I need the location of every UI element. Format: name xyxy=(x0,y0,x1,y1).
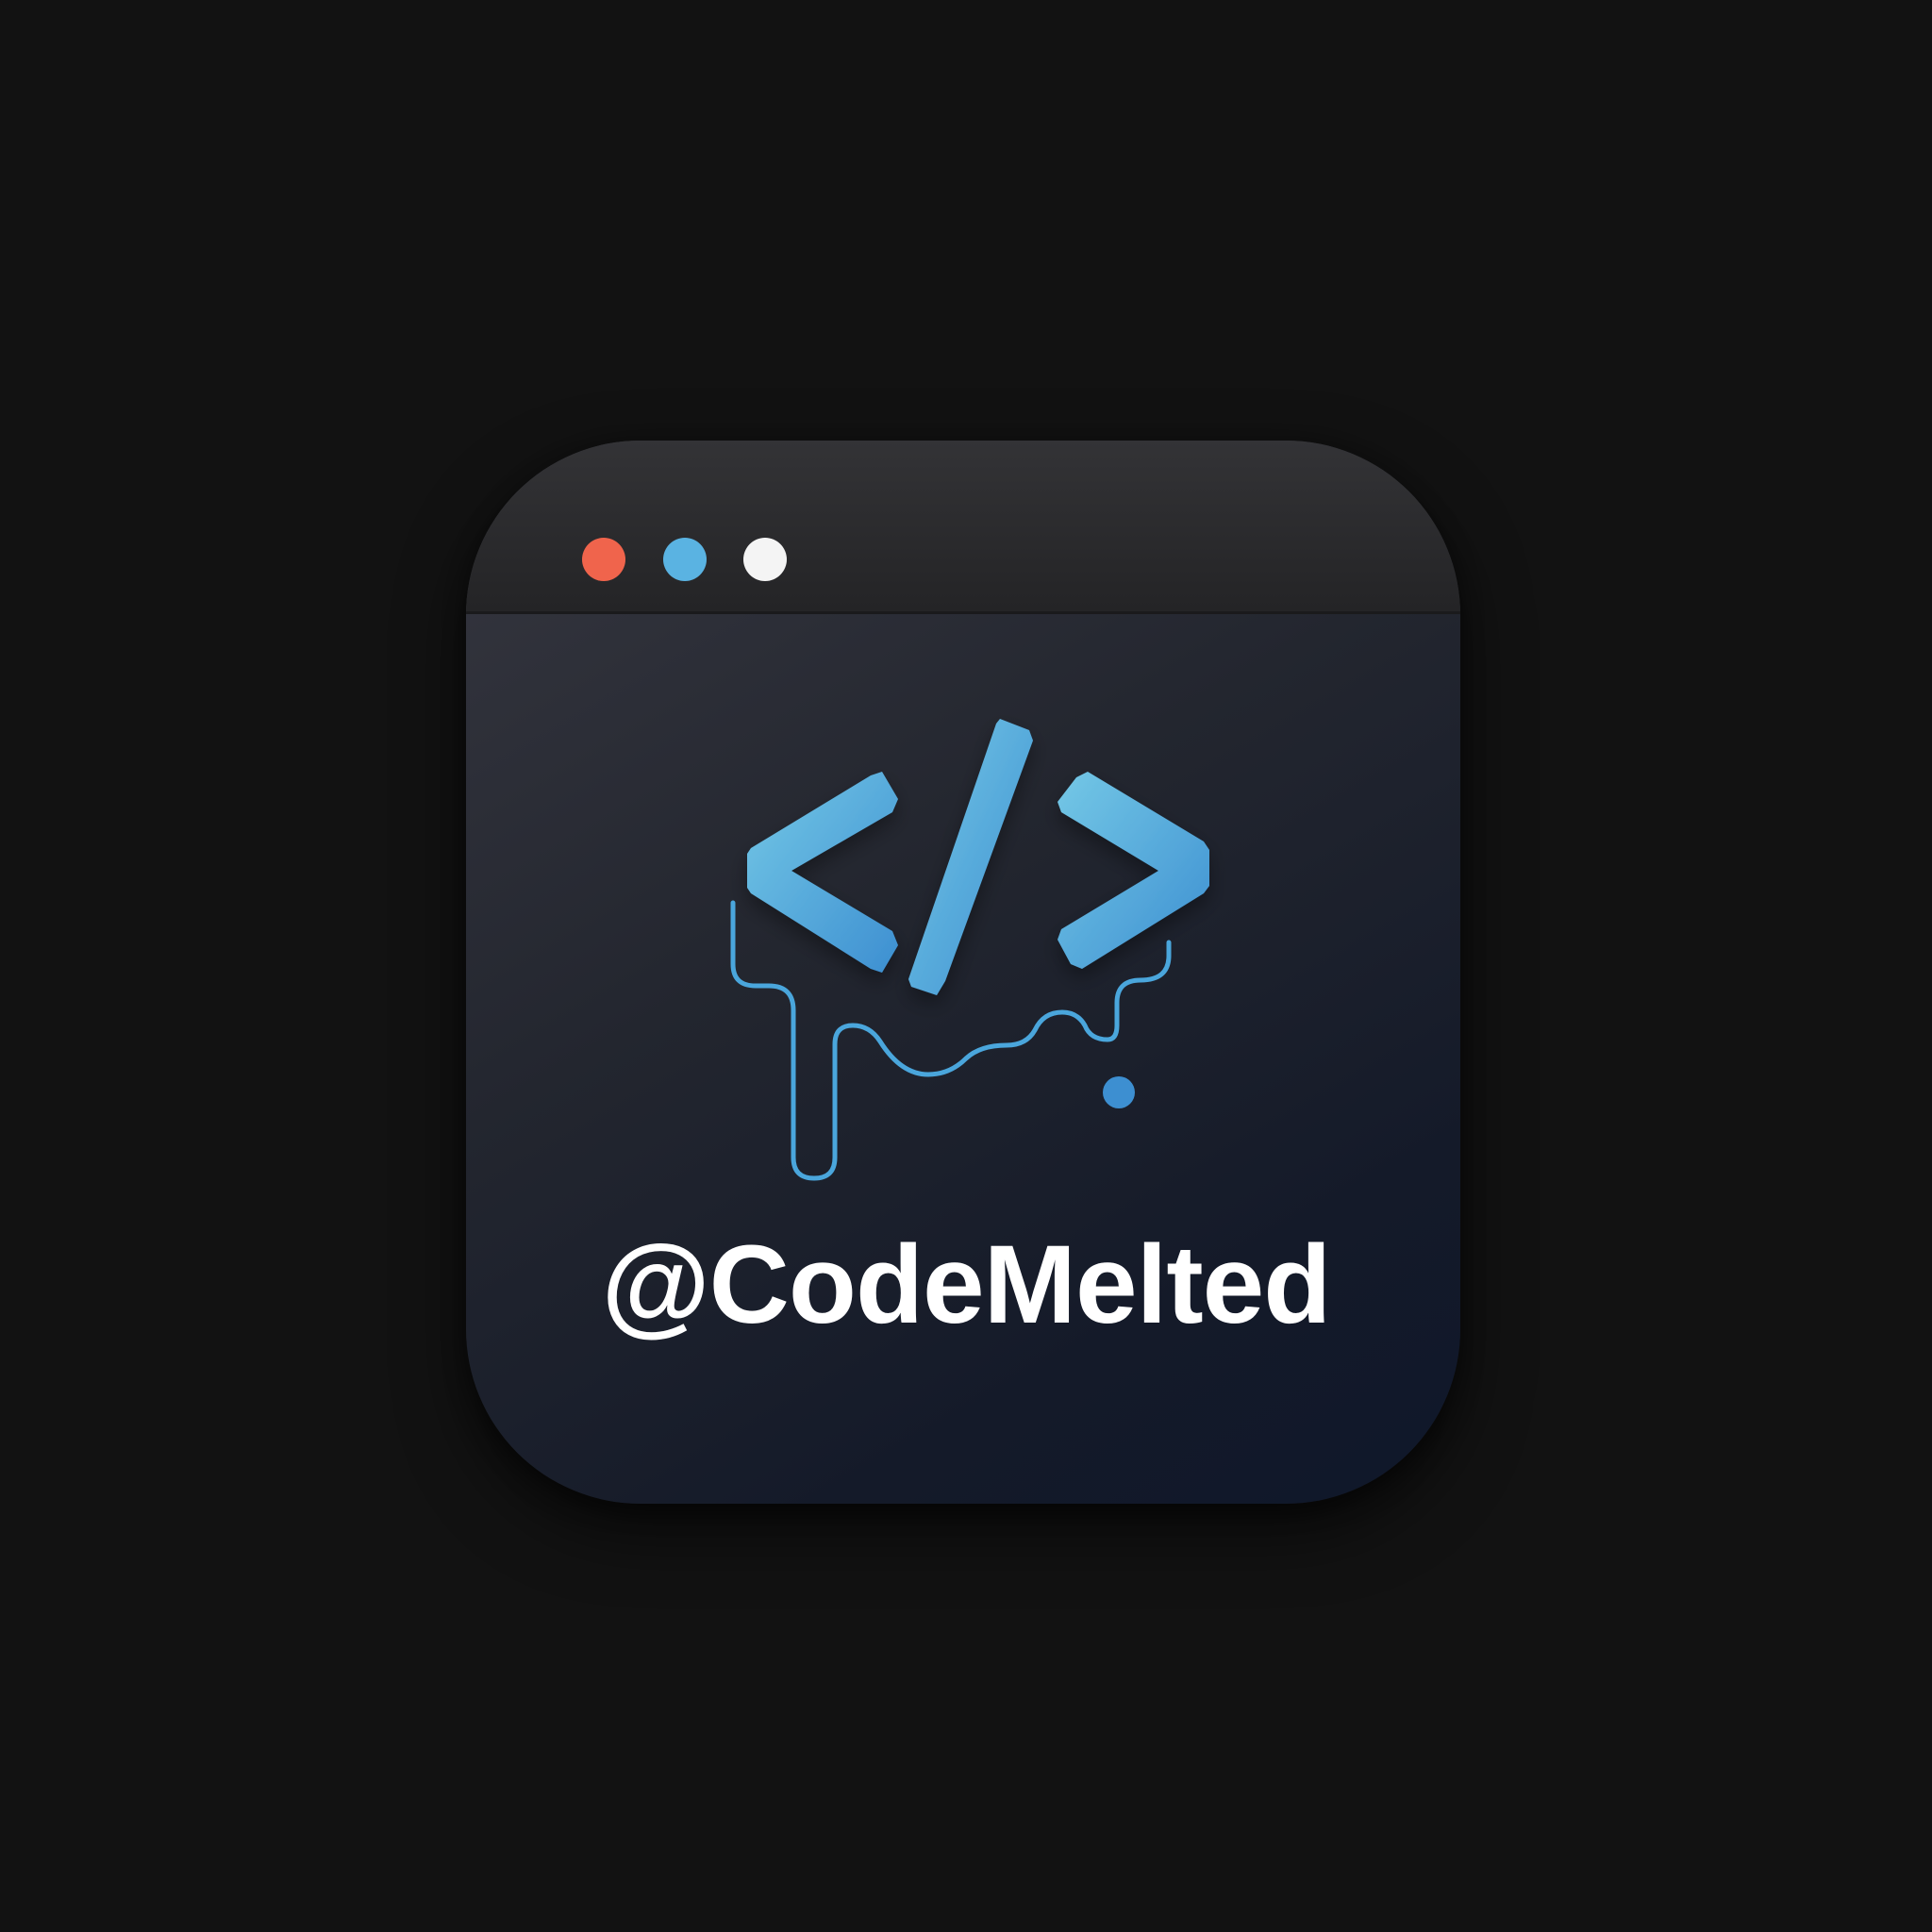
drip-droplet xyxy=(1103,1076,1135,1108)
greater-than-glyph xyxy=(1058,772,1209,969)
less-than-glyph xyxy=(747,772,898,973)
slash-glyph xyxy=(908,719,1033,995)
channel-handle: @CodeMelted xyxy=(601,1223,1332,1347)
